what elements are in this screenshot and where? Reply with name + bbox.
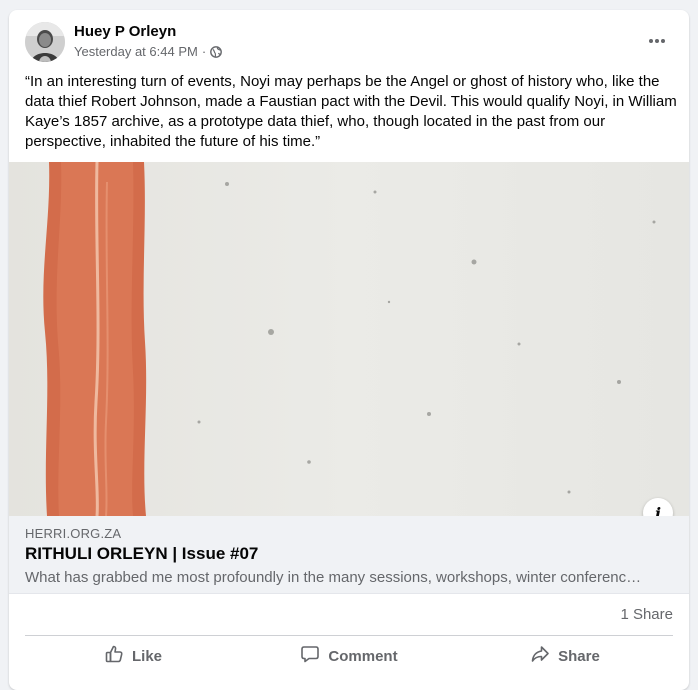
meta-separator: · <box>201 44 207 59</box>
like-label: Like <box>131 647 162 665</box>
like-button[interactable]: Like <box>25 638 241 674</box>
share-label: Share <box>558 647 600 665</box>
link-preview[interactable]: HERRI.ORG.ZA RITHULI ORLEYN | Issue #07 … <box>9 516 689 594</box>
share-button[interactable]: Share <box>457 638 673 674</box>
post-timestamp[interactable]: Yesterday at 6:44 PM <box>74 44 198 59</box>
divider <box>25 635 673 636</box>
share-count[interactable]: 1 Share <box>620 606 673 623</box>
comment-label: Comment <box>328 647 398 665</box>
post-meta: Yesterday at 6:44 PM · <box>74 44 223 59</box>
thumbs-up-icon <box>104 644 124 668</box>
comment-button[interactable]: Comment <box>241 638 457 674</box>
post-header: Huey P Orleyn Yesterday at 6:44 PM · <box>9 10 689 70</box>
globe-icon <box>210 45 223 58</box>
post-text: “In an interesting turn of events, Noyi … <box>25 73 677 150</box>
link-preview-image[interactable] <box>9 162 689 516</box>
more-options-icon[interactable] <box>639 28 675 54</box>
post-card: Huey P Orleyn Yesterday at 6:44 PM · “In… <box>9 10 689 690</box>
share-arrow-icon <box>530 644 550 668</box>
link-description: What has grabbed me most profoundly in t… <box>25 569 642 586</box>
link-domain: HERRI.ORG.ZA <box>25 526 122 541</box>
comment-icon <box>300 644 320 668</box>
avatar[interactable] <box>25 22 65 62</box>
author-name[interactable]: Huey P Orleyn <box>74 23 176 40</box>
post-actions: Like Comment Share <box>25 638 673 674</box>
link-title: RITHULI ORLEYN | Issue #07 <box>25 544 259 563</box>
